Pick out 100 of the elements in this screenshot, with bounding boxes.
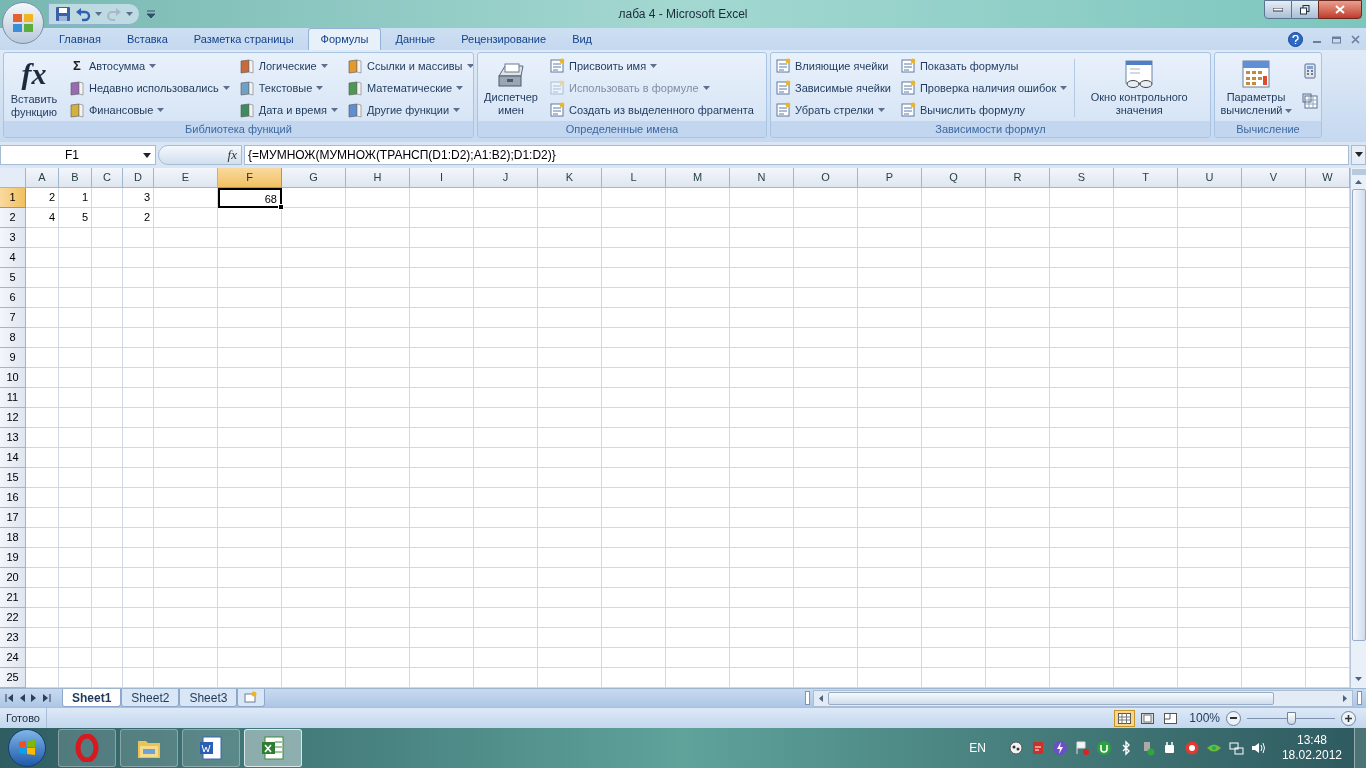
sheet-grid-icon[interactable] <box>1302 93 1318 109</box>
ribbon-button[interactable]: Зависимые ячейки <box>773 77 893 99</box>
column-header[interactable]: U <box>1178 168 1242 188</box>
ribbon-button[interactable]: Дата и время <box>236 99 340 121</box>
zoom-slider-track[interactable] <box>1247 711 1335 725</box>
scroll-thumb[interactable] <box>828 691 1274 705</box>
ribbon-tab[interactable]: Разметка страницы <box>181 28 306 50</box>
ribbon-button[interactable]: Показать формулы <box>897 55 1070 77</box>
column-header[interactable]: E <box>154 168 218 188</box>
sheet-tab[interactable]: Sheet1 <box>62 688 122 707</box>
sheet-tab[interactable]: Sheet2 <box>121 688 180 707</box>
next-sheet-icon[interactable] <box>31 694 37 702</box>
flag-icon[interactable] <box>1073 740 1090 756</box>
vertical-scrollbar[interactable] <box>1350 168 1366 688</box>
row-header[interactable]: 15 <box>0 468 26 488</box>
row-header[interactable]: 17 <box>0 508 26 528</box>
previous-sheet-icon[interactable] <box>19 694 25 702</box>
table-cell[interactable]: 2 <box>26 188 59 208</box>
column-header[interactable]: T <box>1114 168 1178 188</box>
taskbar-button[interactable] <box>120 729 178 767</box>
row-header[interactable]: 19 <box>0 548 26 568</box>
row-header[interactable]: 18 <box>0 528 26 548</box>
column-header[interactable]: O <box>794 168 858 188</box>
restore-icon[interactable] <box>1332 34 1341 44</box>
column-header[interactable]: M <box>666 168 730 188</box>
column-header[interactable]: J <box>474 168 538 188</box>
column-header[interactable]: N <box>730 168 794 188</box>
ball-icon[interactable] <box>1007 740 1024 756</box>
close-button[interactable] <box>1318 0 1362 19</box>
column-header[interactable]: H <box>346 168 410 188</box>
horizontal-scrollbar[interactable] <box>813 689 1353 707</box>
row-header[interactable]: 20 <box>0 568 26 588</box>
row-header[interactable]: 10 <box>0 368 26 388</box>
insert-function-button[interactable]: fx <box>227 145 237 165</box>
speaker-icon[interactable] <box>1249 740 1266 756</box>
language-indicator[interactable]: EN <box>969 739 986 757</box>
ribbon-tab[interactable]: Данные <box>383 28 448 50</box>
first-sheet-icon[interactable] <box>5 694 13 702</box>
row-header[interactable]: 2 <box>0 208 26 228</box>
column-header[interactable]: G <box>282 168 346 188</box>
column-header[interactable]: R <box>986 168 1050 188</box>
dropdown-arrow-icon[interactable] <box>143 152 151 158</box>
row-header[interactable]: 16 <box>0 488 26 508</box>
column-header[interactable]: C <box>92 168 123 188</box>
insert-sheet-button[interactable] <box>237 688 266 707</box>
help-button[interactable] <box>1288 31 1303 47</box>
column-header[interactable]: D <box>123 168 154 188</box>
row-header[interactable]: 22 <box>0 608 26 628</box>
name-box[interactable]: F1 <box>0 145 156 165</box>
circle-icon[interactable] <box>1095 740 1112 756</box>
table-cell[interactable]: 2 <box>123 208 154 228</box>
row-header[interactable]: 3 <box>0 228 26 248</box>
row-header[interactable]: 7 <box>0 308 26 328</box>
row-header[interactable]: 1 <box>0 188 26 208</box>
ribbon-button[interactable]: Влияющие ячейки <box>773 55 893 77</box>
select-all-button[interactable] <box>0 168 26 188</box>
large-ribbon-button[interactable]: Окно контрольного значения <box>1080 55 1199 117</box>
ring-icon[interactable] <box>1183 740 1200 756</box>
large-ribbon-button[interactable]: Диспетчер имен <box>480 55 542 117</box>
expand-formula-button[interactable] <box>1351 145 1366 165</box>
column-header[interactable]: I <box>410 168 474 188</box>
row-header[interactable]: 25 <box>0 668 26 688</box>
column-header[interactable]: S <box>1050 168 1114 188</box>
ribbon-tab[interactable]: Формулы <box>307 28 382 50</box>
lightning-icon[interactable] <box>1051 740 1068 756</box>
close-icon[interactable] <box>1351 34 1360 44</box>
table-cell[interactable]: 4 <box>26 208 59 228</box>
table-cell[interactable]: 1 <box>59 188 92 208</box>
minimize-button[interactable] <box>1264 0 1292 19</box>
sheet-tab[interactable]: Sheet3 <box>179 688 238 707</box>
column-header[interactable]: W <box>1306 168 1350 188</box>
ribbon-button[interactable]: Ссылки и массивы <box>344 55 473 77</box>
column-header[interactable]: Q <box>922 168 986 188</box>
fill-handle[interactable] <box>278 204 284 210</box>
zoom-in-button[interactable] <box>1341 710 1356 726</box>
column-header[interactable]: A <box>26 168 59 188</box>
column-header[interactable]: F <box>218 168 282 188</box>
ribbon-button[interactable]: Другие функции <box>344 99 473 121</box>
row-header[interactable]: 11 <box>0 388 26 408</box>
split-box[interactable] <box>1357 691 1362 705</box>
row-header[interactable]: 24 <box>0 648 26 668</box>
customize-toolbar-icon[interactable] <box>146 9 156 19</box>
table-cell[interactable]: 68 <box>218 188 282 208</box>
network-icon[interactable] <box>1227 740 1244 756</box>
taskbar-button[interactable] <box>182 729 240 767</box>
ribbon-button[interactable]: Вычислить формулу <box>897 99 1070 121</box>
start-button[interactable] <box>8 729 46 767</box>
ribbon-tab[interactable]: Вид <box>560 28 605 50</box>
row-header[interactable]: 4 <box>0 248 26 268</box>
large-ribbon-button[interactable]: Параметры вычислений <box>1217 55 1295 117</box>
row-header[interactable]: 13 <box>0 428 26 448</box>
ribbon-button[interactable]: Создать из выделенного фрагмента <box>547 99 756 121</box>
row-header[interactable]: 14 <box>0 448 26 468</box>
ribbon-button[interactable]: Математические <box>344 77 473 99</box>
save-icon[interactable] <box>55 6 71 22</box>
row-header[interactable]: 9 <box>0 348 26 368</box>
ribbon-button[interactable]: Присвоить имя <box>547 55 756 77</box>
column-header[interactable]: V <box>1242 168 1306 188</box>
formula-input[interactable]: {=МУМНОЖ(МУМНОЖ(ТРАНСП(D1:D2);A1:B2);D1:D2)} <box>244 145 1349 165</box>
ribbon-button[interactable]: Финансовые <box>67 99 232 121</box>
